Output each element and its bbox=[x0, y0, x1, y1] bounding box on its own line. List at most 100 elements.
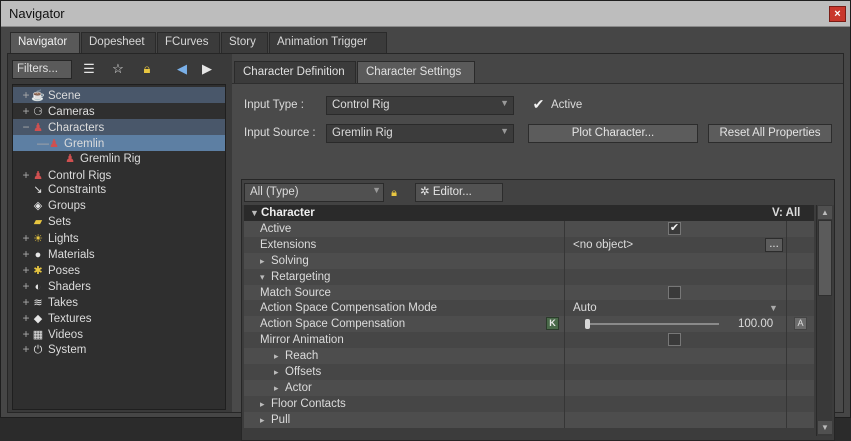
plot-character-button[interactable]: Plot Character... bbox=[528, 124, 698, 143]
chevron-down-icon[interactable]: ▼ bbox=[250, 205, 259, 221]
expand-icon[interactable]: + bbox=[21, 341, 31, 357]
property-extra-cell bbox=[786, 284, 814, 301]
tree-item-constraints[interactable]: ↘ Constraints bbox=[21, 182, 106, 198]
expand-icon[interactable]: + bbox=[21, 310, 31, 326]
tree-item-shaders[interactable]: + ◐ Shaders bbox=[21, 278, 90, 294]
tree-item-scene[interactable]: + ☕ Scene bbox=[21, 87, 80, 103]
title-bar: Navigator × bbox=[1, 1, 850, 27]
lock-icon[interactable]: 🔒︎ bbox=[138, 60, 156, 78]
tree-item-textures[interactable]: + ◆ Textures bbox=[21, 310, 91, 326]
tree-item-sets[interactable]: ▰ Sets bbox=[21, 214, 71, 230]
gear-icon: ✲ bbox=[420, 186, 433, 198]
tree-item-materials[interactable]: + ● Materials bbox=[21, 246, 94, 262]
filters-button[interactable]: Filters... bbox=[12, 60, 72, 79]
property-filter-select[interactable]: All (Type) ▼ bbox=[244, 183, 384, 202]
property-combo-value[interactable]: Auto bbox=[573, 300, 597, 316]
property-row-extensions: Extensions <no object>... bbox=[244, 236, 814, 253]
collapse-icon[interactable]: − bbox=[21, 119, 31, 135]
chevron-right-icon[interactable]: ▸ bbox=[260, 396, 265, 412]
expand-icon[interactable]: + bbox=[21, 230, 31, 246]
scroll-thumb[interactable] bbox=[818, 220, 832, 296]
expand-icon[interactable]: + bbox=[21, 87, 31, 103]
property-name: Reach bbox=[285, 350, 319, 363]
tab-fcurves[interactable]: FCurves bbox=[157, 32, 220, 53]
property-row-retargeting[interactable]: ▾ Retargeting bbox=[244, 268, 814, 285]
lock-icon[interactable]: 🔒︎ bbox=[385, 184, 403, 202]
tree-item-poses[interactable]: + ✱ Poses bbox=[21, 262, 79, 278]
chevron-down-icon[interactable]: ▼ bbox=[769, 300, 778, 316]
tree-item-control-rigs[interactable]: + ♟ Control Rigs bbox=[21, 167, 111, 183]
tab-character-settings[interactable]: Character Settings bbox=[357, 61, 475, 83]
tree-item-system[interactable]: + ⏻ System bbox=[21, 341, 86, 357]
chevron-right-icon[interactable]: ▸ bbox=[260, 412, 265, 428]
slider-thumb[interactable] bbox=[585, 319, 590, 330]
reset-all-properties-button[interactable]: Reset All Properties bbox=[708, 124, 832, 143]
tree-item-characters[interactable]: − ♟ Characters bbox=[21, 119, 104, 135]
visibility-filter-label[interactable]: V: All bbox=[772, 205, 800, 221]
arrow-right-icon[interactable]: ▶ bbox=[198, 60, 216, 78]
object-browse-button[interactable]: ... bbox=[765, 237, 783, 252]
collapse-icon[interactable]: — bbox=[37, 135, 49, 151]
tree-item-label: Gremlin bbox=[64, 137, 105, 150]
property-name: Active bbox=[260, 222, 292, 235]
slider-value[interactable]: 100.00 bbox=[738, 316, 773, 332]
expand-icon[interactable]: + bbox=[21, 326, 31, 342]
property-row-actor[interactable]: ▸ Actor bbox=[244, 379, 814, 396]
arrow-left-icon[interactable]: ◀ bbox=[173, 60, 191, 78]
chevron-right-icon[interactable]: ▸ bbox=[274, 380, 279, 396]
tree-item-label: Gremlin Rig bbox=[80, 152, 141, 165]
editor-button[interactable]: ✲ Editor... bbox=[415, 183, 503, 202]
chevron-right-icon[interactable]: ▸ bbox=[274, 364, 279, 380]
property-checkbox[interactable] bbox=[668, 285, 681, 299]
tree-item-gremlin-rig[interactable]: ♟ Gremlin Rig bbox=[53, 151, 141, 167]
property-checkbox[interactable] bbox=[668, 333, 681, 347]
property-scrollbar[interactable]: ▲ ▼ bbox=[816, 205, 832, 436]
scroll-up-icon[interactable]: ▲ bbox=[818, 206, 832, 219]
property-row-floor-contacts[interactable]: ▸ Floor Contacts bbox=[244, 395, 814, 412]
property-row-match-source: Match Source bbox=[244, 284, 814, 301]
tree-item-groups[interactable]: ◈ Groups bbox=[21, 198, 86, 214]
tree-item-videos[interactable]: + ▦ Videos bbox=[21, 326, 82, 342]
animate-button[interactable]: A bbox=[794, 317, 807, 331]
input-type-select[interactable]: Control Rig ▼ bbox=[326, 96, 514, 115]
expand-icon[interactable]: + bbox=[21, 278, 31, 294]
tree-item-cameras[interactable]: + ⚆ Cameras bbox=[21, 103, 94, 119]
expand-icon[interactable]: + bbox=[21, 103, 31, 119]
chevron-right-icon[interactable]: ▸ bbox=[274, 348, 279, 364]
tab-navigator[interactable]: Navigator bbox=[10, 32, 80, 54]
star-filter-icon[interactable]: ☆ bbox=[109, 60, 127, 78]
take-icon: ≋ bbox=[33, 296, 43, 309]
tree-item-lights[interactable]: + ☀ Lights bbox=[21, 230, 78, 246]
property-row-offsets[interactable]: ▸ Offsets bbox=[244, 364, 814, 380]
list-view-icon[interactable]: ☰ bbox=[80, 60, 98, 78]
property-value-cell bbox=[564, 364, 786, 380]
tab-character-definition[interactable]: Character Definition bbox=[234, 61, 356, 83]
tab-story[interactable]: Story bbox=[221, 32, 268, 53]
expand-icon[interactable]: + bbox=[21, 246, 31, 262]
property-row-reach[interactable]: ▸ Reach bbox=[244, 348, 814, 365]
chevron-down-icon[interactable]: ▾ bbox=[260, 269, 265, 285]
expand-icon[interactable]: + bbox=[21, 262, 31, 278]
close-button[interactable]: × bbox=[829, 6, 846, 22]
tree-item-takes[interactable]: + ≋ Takes bbox=[21, 294, 78, 310]
property-row-character[interactable]: ▼ Character V: All bbox=[244, 205, 814, 221]
slider-track[interactable] bbox=[585, 323, 719, 326]
property-value-cell: <no object>... bbox=[564, 236, 786, 253]
chevron-right-icon[interactable]: ▸ bbox=[260, 253, 265, 269]
properties-toolbar: All (Type) ▼ 🔒︎ ✲ Editor... bbox=[242, 180, 834, 205]
expand-icon[interactable]: + bbox=[21, 294, 31, 310]
tab-animation-trigger[interactable]: Animation Trigger bbox=[269, 32, 387, 53]
active-checkbox[interactable]: ✔ bbox=[532, 97, 545, 112]
property-name: Match Source bbox=[260, 286, 331, 299]
left-pane: Filters... ☰ ☆ 🔒︎ ◀ ▶ + ☕ Scene + ⚆ Cameras − ♟… bbox=[8, 54, 228, 412]
expand-icon[interactable]: + bbox=[21, 167, 31, 183]
property-filter-value: All (Type) bbox=[250, 186, 299, 198]
tab-dopesheet[interactable]: Dopesheet bbox=[81, 32, 156, 53]
tree-item-gremlin[interactable]: —♟ Gremlin bbox=[37, 135, 104, 151]
keyframe-button[interactable]: K bbox=[546, 317, 559, 331]
property-row-pull[interactable]: ▸ Pull bbox=[244, 411, 814, 428]
property-checkbox[interactable]: ✔ bbox=[668, 221, 681, 235]
scroll-down-icon[interactable]: ▼ bbox=[818, 421, 832, 434]
input-source-select[interactable]: Gremlin Rig ▼ bbox=[326, 124, 514, 143]
property-row-solving[interactable]: ▸ Solving bbox=[244, 252, 814, 269]
